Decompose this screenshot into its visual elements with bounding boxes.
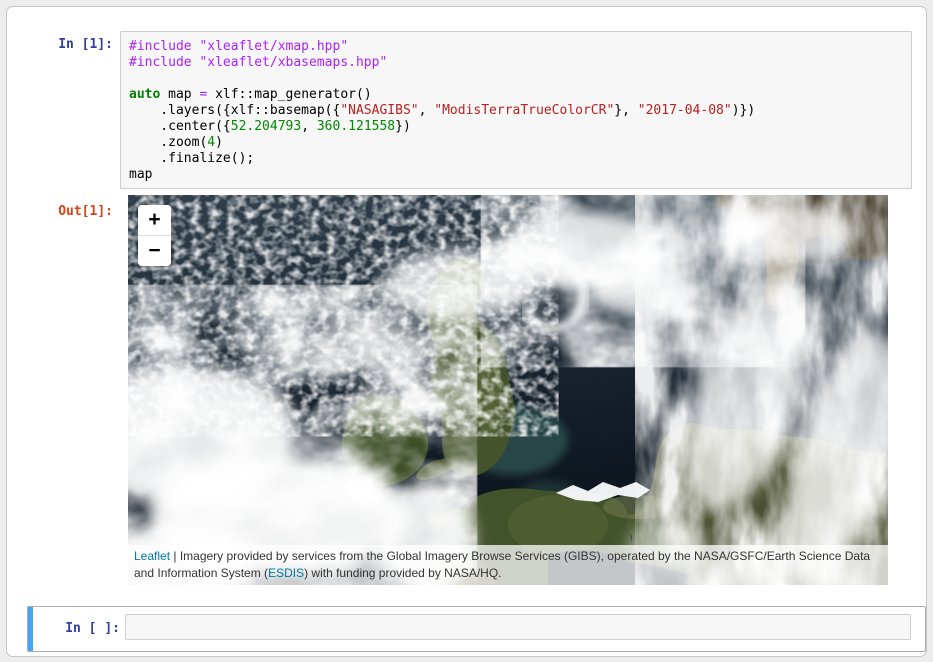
code-line: map	[129, 167, 903, 183]
output-prompt: Out[1]:	[7, 204, 113, 219]
empty-input-prompt: In [ ]:	[36, 621, 120, 636]
input-prompt: In [1]:	[7, 37, 113, 52]
selected-cell-indicator	[28, 607, 33, 651]
code-line: .finalize();	[129, 151, 903, 167]
code-line	[129, 71, 903, 87]
code-line: #include "xleaflet/xmap.hpp"	[129, 39, 903, 55]
attribution-text: | Imagery provided by services from the …	[134, 549, 870, 580]
code-line: #include "xleaflet/xbasemaps.hpp"	[129, 55, 903, 71]
empty-code-cell[interactable]: In [ ]:	[27, 606, 926, 652]
screen: In [1]: #include "xleaflet/xmap.hpp"#inc…	[0, 0, 933, 662]
code-line: .center({52.204793, 360.121558})	[129, 119, 903, 135]
map-attribution: Leaflet | Imagery provided by services f…	[128, 545, 888, 585]
zoom-in-button[interactable]: +	[138, 205, 171, 236]
satellite-imagery	[128, 195, 888, 585]
empty-code-input[interactable]	[125, 614, 911, 640]
code-line: .layers({xlf::basemap({"NASAGIBS", "Modi…	[129, 103, 903, 119]
code-input-area[interactable]: #include "xleaflet/xmap.hpp"#include "xl…	[120, 31, 912, 189]
esdis-link[interactable]: ESDIS	[268, 566, 304, 580]
attribution-text: ) with funding provided by NASA/HQ.	[304, 566, 501, 580]
zoom-out-button[interactable]: −	[138, 236, 171, 266]
code-line: auto map = xlf::map_generator()	[129, 87, 903, 103]
code-line: .zoom(4)	[129, 135, 903, 151]
leaflet-attribution-link[interactable]: Leaflet	[134, 549, 170, 563]
notebook-page: In [1]: #include "xleaflet/xmap.hpp"#inc…	[6, 6, 927, 657]
code-content[interactable]: #include "xleaflet/xmap.hpp"#include "xl…	[121, 32, 911, 190]
leaflet-map[interactable]: + − Leaflet | Imagery provided by servic…	[128, 195, 888, 585]
map-zoom-control: + −	[138, 205, 171, 266]
